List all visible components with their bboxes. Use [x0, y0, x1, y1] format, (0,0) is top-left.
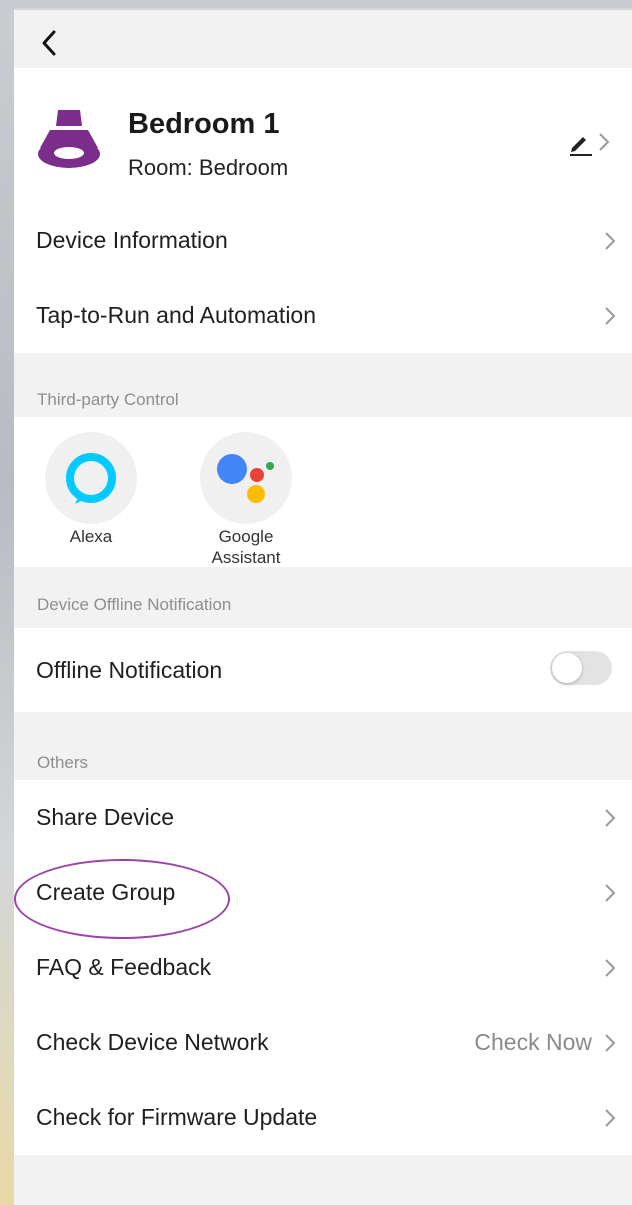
device-settings-screen: Bedroom 1 Room: Bedroom Device Informati… [14, 8, 632, 1205]
section-title-offline: Device Offline Notification [37, 595, 232, 614]
create-group-row[interactable]: Create Group [14, 855, 632, 930]
chevron-right-icon [605, 883, 616, 902]
row-label: Offline Notification [36, 656, 223, 683]
top-edge [14, 8, 632, 10]
chevron-right-icon [605, 1033, 616, 1052]
offline-notification-toggle[interactable] [550, 651, 612, 685]
faq-feedback-row[interactable]: FAQ & Feedback [14, 930, 632, 1005]
share-device-row[interactable]: Share Device [14, 780, 632, 855]
row-label: Share Device [36, 804, 175, 830]
back-button[interactable] [36, 26, 62, 60]
toggle-knob [552, 653, 582, 683]
alexa-icon [66, 453, 116, 504]
device-header[interactable]: Bedroom 1 Room: Bedroom [14, 68, 632, 259]
offline-notification-row: Offline Notification [14, 628, 632, 712]
section-title-third-party: Third-party Control [37, 390, 179, 409]
chevron-left-icon [42, 30, 56, 56]
pencil-icon[interactable] [568, 130, 594, 156]
alexa-button[interactable] [45, 432, 137, 524]
chevron-right-icon [605, 808, 616, 827]
google-assistant-icon [217, 454, 274, 503]
firmware-update-row[interactable]: Check for Firmware Update [14, 1080, 632, 1155]
row-label: Check for Firmware Update [36, 1104, 318, 1130]
chevron-right-icon [605, 231, 616, 250]
chevron-right-icon [599, 133, 610, 151]
row-label: Tap-to-Run and Automation [36, 302, 317, 328]
chevron-right-icon [605, 1108, 616, 1127]
chevron-right-icon [605, 958, 616, 977]
alexa-label: Alexa [69, 527, 113, 546]
chevron-right-icon [605, 306, 616, 325]
third-party-panel: Alexa Google Assistant [14, 417, 632, 567]
row-label: FAQ & Feedback [36, 954, 212, 980]
downlight-icon [38, 110, 100, 168]
device-information-row[interactable]: Device Information [14, 203, 632, 278]
row-label: Check Device Network [36, 1029, 269, 1055]
google-assistant-button[interactable] [200, 432, 292, 524]
row-label: Create Group [36, 879, 176, 905]
device-room: Room: Bedroom [128, 155, 289, 180]
row-label: Device Information [36, 227, 228, 253]
check-now-link[interactable]: Check Now [474, 1029, 592, 1056]
google-assistant-label: Google Assistant [211, 527, 281, 567]
section-title-others: Others [37, 753, 89, 772]
device-name: Bedroom 1 [128, 108, 280, 140]
tap-to-run-row[interactable]: Tap-to-Run and Automation [14, 278, 632, 353]
check-device-network-row[interactable]: Check Device Network Check Now [14, 1005, 632, 1080]
